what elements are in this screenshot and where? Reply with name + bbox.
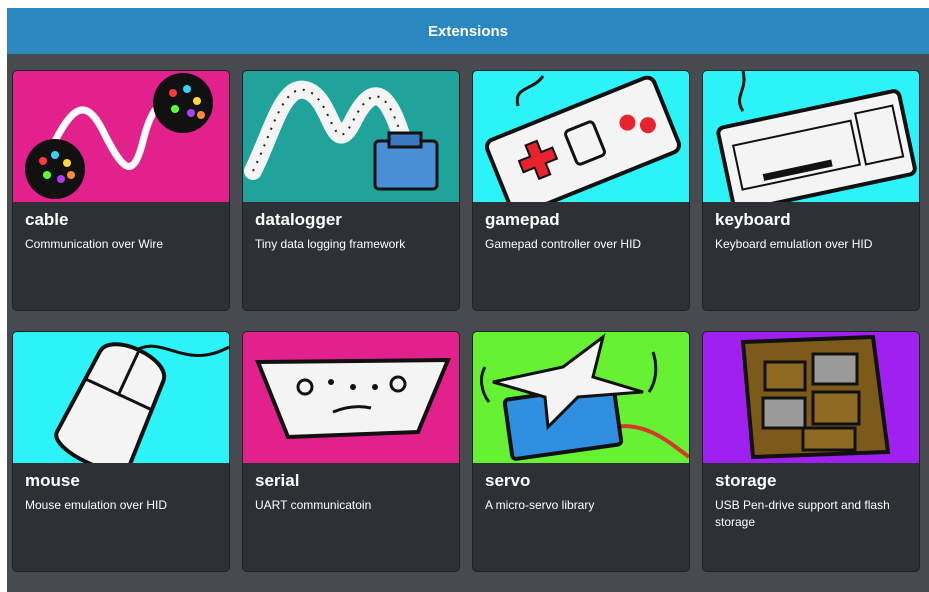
extension-description: Mouse emulation over HID (25, 498, 168, 512)
cable-icon (13, 71, 229, 202)
extensions-grid: cable Communication over Wire datalogger… (7, 8, 929, 592)
extension-name: storage (715, 471, 777, 490)
datalogger-icon (243, 71, 459, 202)
extension-name: gamepad (485, 210, 560, 229)
extension-name: mouse (25, 471, 80, 490)
storage-icon (703, 332, 919, 463)
servo-icon (473, 332, 689, 463)
keyboard-icon (703, 71, 919, 202)
extension-card-datalogger[interactable]: datalogger Tiny data logging framework (242, 70, 460, 311)
extension-description: USB Pen-drive support and flash storage (715, 498, 890, 529)
extension-description: UART communicatoin (255, 498, 372, 512)
extension-card-serial[interactable]: serial UART communicatoin (242, 331, 460, 572)
gamepad-icon (473, 71, 689, 202)
extension-card-storage[interactable]: storage USB Pen-drive support and flash … (702, 331, 920, 572)
extension-name: datalogger (255, 210, 342, 229)
extension-card-cable[interactable]: cable Communication over Wire (12, 70, 230, 311)
mouse-icon (13, 332, 229, 463)
extension-name: serial (255, 471, 300, 490)
extension-card-gamepad[interactable]: gamepad Gamepad controller over HID (472, 70, 690, 311)
extension-description: Communication over Wire (25, 237, 164, 251)
extension-description: Gamepad controller over HID (485, 237, 642, 251)
serial-icon (243, 332, 459, 463)
extension-description: A micro-servo library (485, 498, 595, 512)
extension-name: cable (25, 210, 69, 229)
extensions-dialog: Extensions cable Communication over Wire (7, 8, 929, 592)
extension-description: Tiny data logging framework (255, 237, 406, 251)
extension-card-servo[interactable]: servo A micro-servo library (472, 331, 690, 572)
extension-description: Keyboard emulation over HID (715, 237, 873, 251)
extension-name: keyboard (715, 210, 791, 229)
extension-card-mouse[interactable]: mouse Mouse emulation over HID (12, 331, 230, 572)
extension-card-keyboard[interactable]: keyboard Keyboard emulation over HID (702, 70, 920, 311)
extension-name: servo (485, 471, 531, 490)
